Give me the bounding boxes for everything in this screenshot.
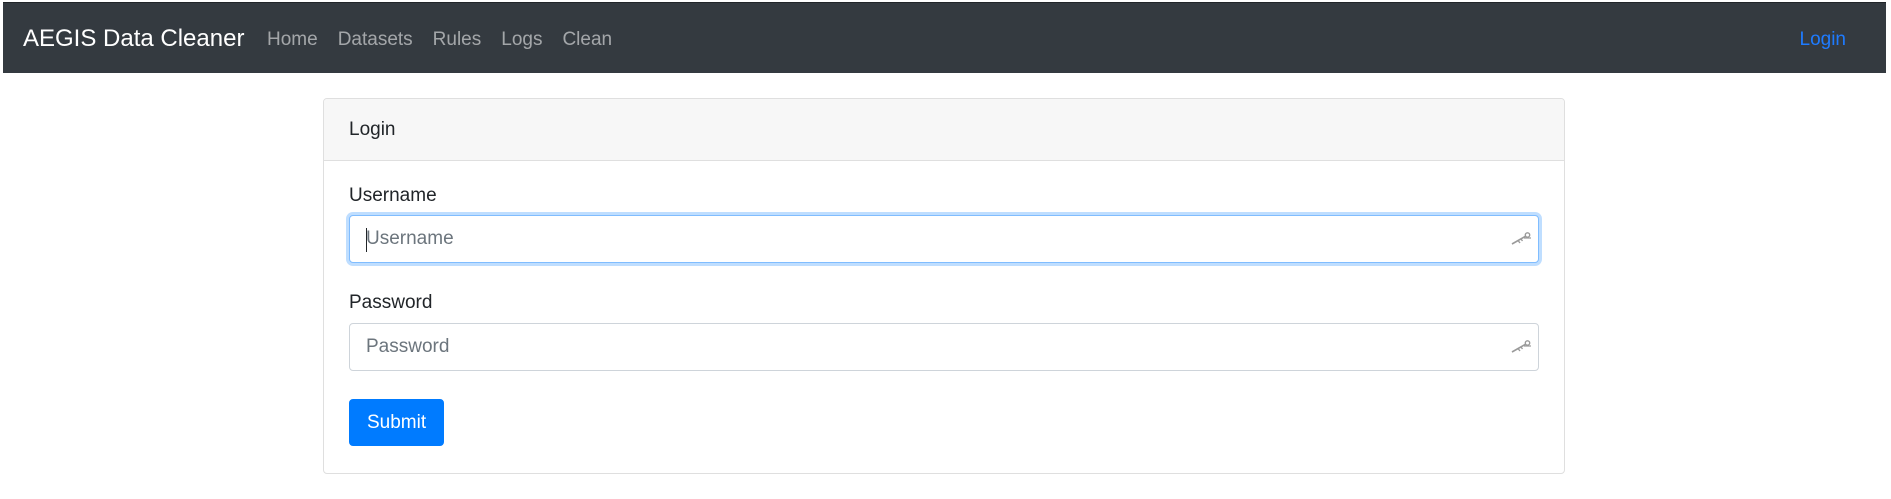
brand-link[interactable]: AEGIS Data Cleaner [23,24,244,54]
nav-item-clean[interactable]: Clean [562,27,612,53]
nav-item-rules[interactable]: Rules [433,27,482,53]
page: AEGIS Data Cleaner Home Datasets Rules L… [0,0,1891,499]
nav-item-logs[interactable]: Logs [501,27,542,53]
card-title: Login [324,99,1564,161]
key-icon[interactable] [1510,338,1532,356]
username-field-wrapper [349,215,1539,263]
username-label: Username [349,185,437,206]
nav-item-datasets[interactable]: Datasets [338,27,413,53]
password-input[interactable] [350,324,1538,370]
top-navbar: AEGIS Data Cleaner Home Datasets Rules L… [3,2,1886,73]
password-field-wrapper [349,323,1539,371]
nav-item-home[interactable]: Home [267,27,318,53]
submit-button[interactable]: Submit [349,399,445,446]
username-input[interactable] [350,216,1538,262]
key-icon[interactable] [1510,230,1532,248]
nav-menu: Home Datasets Rules Logs Clean [267,27,632,53]
password-label: Password [349,292,433,313]
nav-login-link[interactable]: Login [1800,27,1847,53]
login-card: Login Username Password [323,98,1565,474]
text-cursor [366,228,367,252]
